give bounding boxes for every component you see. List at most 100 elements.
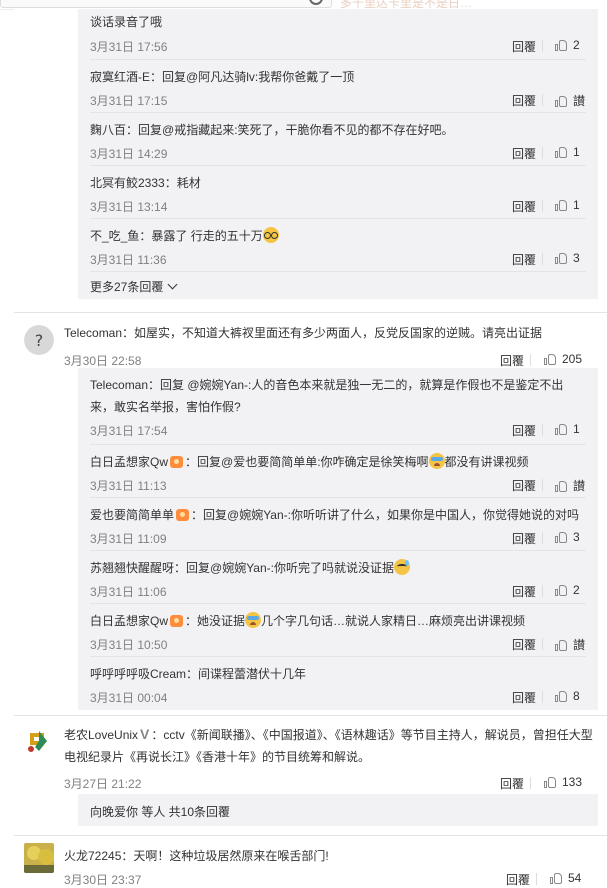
svg-text:?: ? [35, 331, 44, 350]
divider [542, 424, 543, 436]
thumbs-up-icon [555, 146, 567, 158]
like-count: 133 [562, 775, 583, 789]
reply-text: ：回复 @婉婉Yan-:人的音色本来就是独一无二的，就算是作假也不是鉴定不出来，… [90, 378, 564, 414]
reply-text: 谈话录音了哦 [90, 15, 163, 29]
like-count: 3 [573, 251, 580, 265]
like-button[interactable]: 讃 [555, 636, 585, 653]
search-input[interactable] [0, 0, 332, 8]
like-button[interactable]: 3 [555, 251, 580, 265]
reply-button[interactable]: 回覆 [512, 530, 536, 547]
reply-username[interactable]: 爱也要简简单单 [90, 508, 174, 522]
reply-username[interactable]: 白日孟想家Qw [90, 614, 168, 628]
reply-list: Telecoman：回复 @婉婉Yan-:人的音色本来就是独一无二的，就算是作假… [78, 368, 598, 710]
comment-username[interactable]: Telecoman [64, 326, 122, 340]
reply-item: 呼呼呼呼吸Cream：间谍程蕾潜伏十几年 3月31日 00:04 回覆 8 [78, 657, 598, 710]
like-count: 8 [573, 689, 580, 703]
divider [542, 94, 543, 106]
like-button[interactable]: 2 [555, 38, 580, 52]
like-count: 3 [573, 530, 580, 544]
reply-username[interactable]: 白日孟想家Qw [90, 455, 168, 469]
reply-button[interactable]: 回覆 [500, 352, 524, 369]
crying-emoji-icon [428, 453, 445, 469]
reply-item: 白日孟想家Qw ：回复@爱也要简简单单:你咋确定是徐笑梅啊 都没有讲课视频 3月31… [78, 445, 598, 498]
like-button[interactable]: 3 [555, 530, 580, 544]
reply-button[interactable]: 回覆 [512, 689, 536, 706]
like-button[interactable]: 讃 [555, 477, 585, 494]
chevron-down-icon [167, 279, 178, 290]
more-replies-link[interactable]: 更多27条回覆 [90, 278, 178, 295]
like-button[interactable]: 1 [555, 422, 580, 436]
reply-button[interactable]: 回覆 [512, 583, 536, 600]
crying-emoji-icon [245, 612, 262, 628]
reply-text: ：她没证据 [185, 614, 246, 628]
like-button[interactable]: 2 [555, 583, 580, 597]
reply-button[interactable]: 回覆 [512, 636, 536, 653]
thumbs-up-icon [555, 95, 567, 107]
comment-item: 火龙72245：天啊！这种垃圾居然原来在喉舌部门! 3月30日 23:37 回覆… [14, 839, 607, 887]
like-button[interactable]: 8 [555, 689, 580, 703]
reply-button[interactable]: 回覆 [512, 422, 536, 439]
like-count: 2 [573, 38, 580, 52]
avatar[interactable] [24, 843, 54, 873]
timestamp: 3月31日 10:50 [90, 638, 168, 652]
like-button[interactable]: 1 [555, 198, 580, 212]
reply-button[interactable]: 回覆 [512, 38, 536, 55]
like-button[interactable]: 讃 [555, 92, 585, 109]
thumbs-up-icon [555, 584, 567, 596]
comment-text: ：天啊！这种垃圾居然原来在喉舌部门! [121, 849, 329, 863]
search-icon[interactable] [309, 0, 323, 5]
reply-item: 苏翘翘快醒醒呀：回复@婉婉Yan-:你听完了吗就说没证据 3月31日 11:06… [78, 551, 598, 604]
reply-text: ：回复@爱也要简简单单:你咋确定是徐笑梅啊 [185, 455, 429, 469]
comment-username[interactable]: 火龙72245 [64, 849, 121, 863]
thumbs-up-icon [550, 872, 562, 884]
comment-list: 谈话录音了哦 3月31日 17:56 回覆 2 寂寞红酒-E：回复@阿凡达骑lv… [14, 9, 607, 887]
replies-summary[interactable]: 向晚爱你 等人 共10条回覆 [78, 794, 598, 826]
like-button[interactable]: 133 [544, 775, 582, 789]
avatar[interactable] [24, 725, 54, 755]
vip-badge-icon [176, 509, 190, 521]
reply-username[interactable]: 呼呼呼呼吸Cream [90, 667, 186, 681]
avatar[interactable]: ? [24, 325, 54, 355]
like-count: 1 [573, 145, 580, 159]
reply-text-cont: 都没有讲课视频 [444, 455, 529, 469]
reply-button[interactable]: 回覆 [506, 871, 530, 888]
reply-item: 不_吃_鱼：暴露了 行走的五十万 3月31日 11:36 回覆 3 [78, 219, 598, 272]
thumbs-up-icon [544, 353, 556, 365]
reply-username[interactable]: 不_吃_鱼 [90, 229, 139, 243]
like-count: 1 [573, 422, 580, 436]
reply-button[interactable]: 回覆 [512, 251, 536, 268]
reply-button[interactable]: 回覆 [500, 775, 524, 792]
thumbs-up-icon [555, 639, 567, 651]
verified-v-icon: V [140, 726, 150, 742]
reply-username[interactable]: Telecoman [90, 378, 148, 392]
reply-button[interactable]: 回覆 [512, 145, 536, 162]
reply-list: 谈话录音了哦 3月31日 17:56 回覆 2 寂寞红酒-E：回复@阿凡达骑lv… [78, 9, 598, 299]
thumbs-up-icon [555, 39, 567, 51]
more-replies-label: 更多27条回覆 [90, 280, 164, 294]
reply-username[interactable]: 苏翘翘快醒醒呀 [90, 561, 174, 575]
vip-badge-icon [170, 456, 184, 468]
reply-button[interactable]: 回覆 [512, 198, 536, 215]
reply-button[interactable]: 回覆 [512, 477, 536, 494]
reply-username[interactable]: 北冥有鲛2333 [90, 176, 165, 190]
like-button[interactable]: 205 [544, 352, 582, 366]
reply-text: ：暴露了 行走的五十万 [139, 229, 263, 243]
reply-text: ：回复@阿凡达骑lv:我帮你爸戴了一顶 [150, 70, 355, 84]
like-count: 讃 [573, 479, 586, 493]
comment-username[interactable]: 老农LoveUnix [64, 728, 138, 742]
reply-text: ：回复@婉婉Yan-:你听听讲了什么，如果你是中国人，你觉得她说的对吗 [191, 508, 579, 522]
like-button[interactable]: 1 [555, 145, 580, 159]
reply-item: Telecoman：回复 @婉婉Yan-:人的音色本来就是独一无二的，就算是作假… [78, 368, 598, 445]
reply-username[interactable]: 寂寞红酒-E [90, 70, 150, 84]
replies-summary-text: 向晚爱你 等人 共10条回覆 [90, 805, 231, 819]
like-count: 2 [573, 583, 580, 597]
divider [536, 873, 537, 885]
reply-item: 寂寞红酒-E：回复@阿凡达骑lv:我帮你爸戴了一顶 3月31日 17:15 回覆… [78, 60, 598, 113]
reply-button[interactable]: 回覆 [512, 92, 536, 109]
reply-username[interactable]: 麴八百 [90, 123, 126, 137]
reply-item: 谈话录音了哦 3月31日 17:56 回覆 2 [78, 9, 598, 60]
sweat-emoji-icon [394, 559, 410, 575]
divider [14, 835, 607, 836]
divider [542, 479, 543, 491]
glasses-emoji-icon [262, 227, 279, 243]
